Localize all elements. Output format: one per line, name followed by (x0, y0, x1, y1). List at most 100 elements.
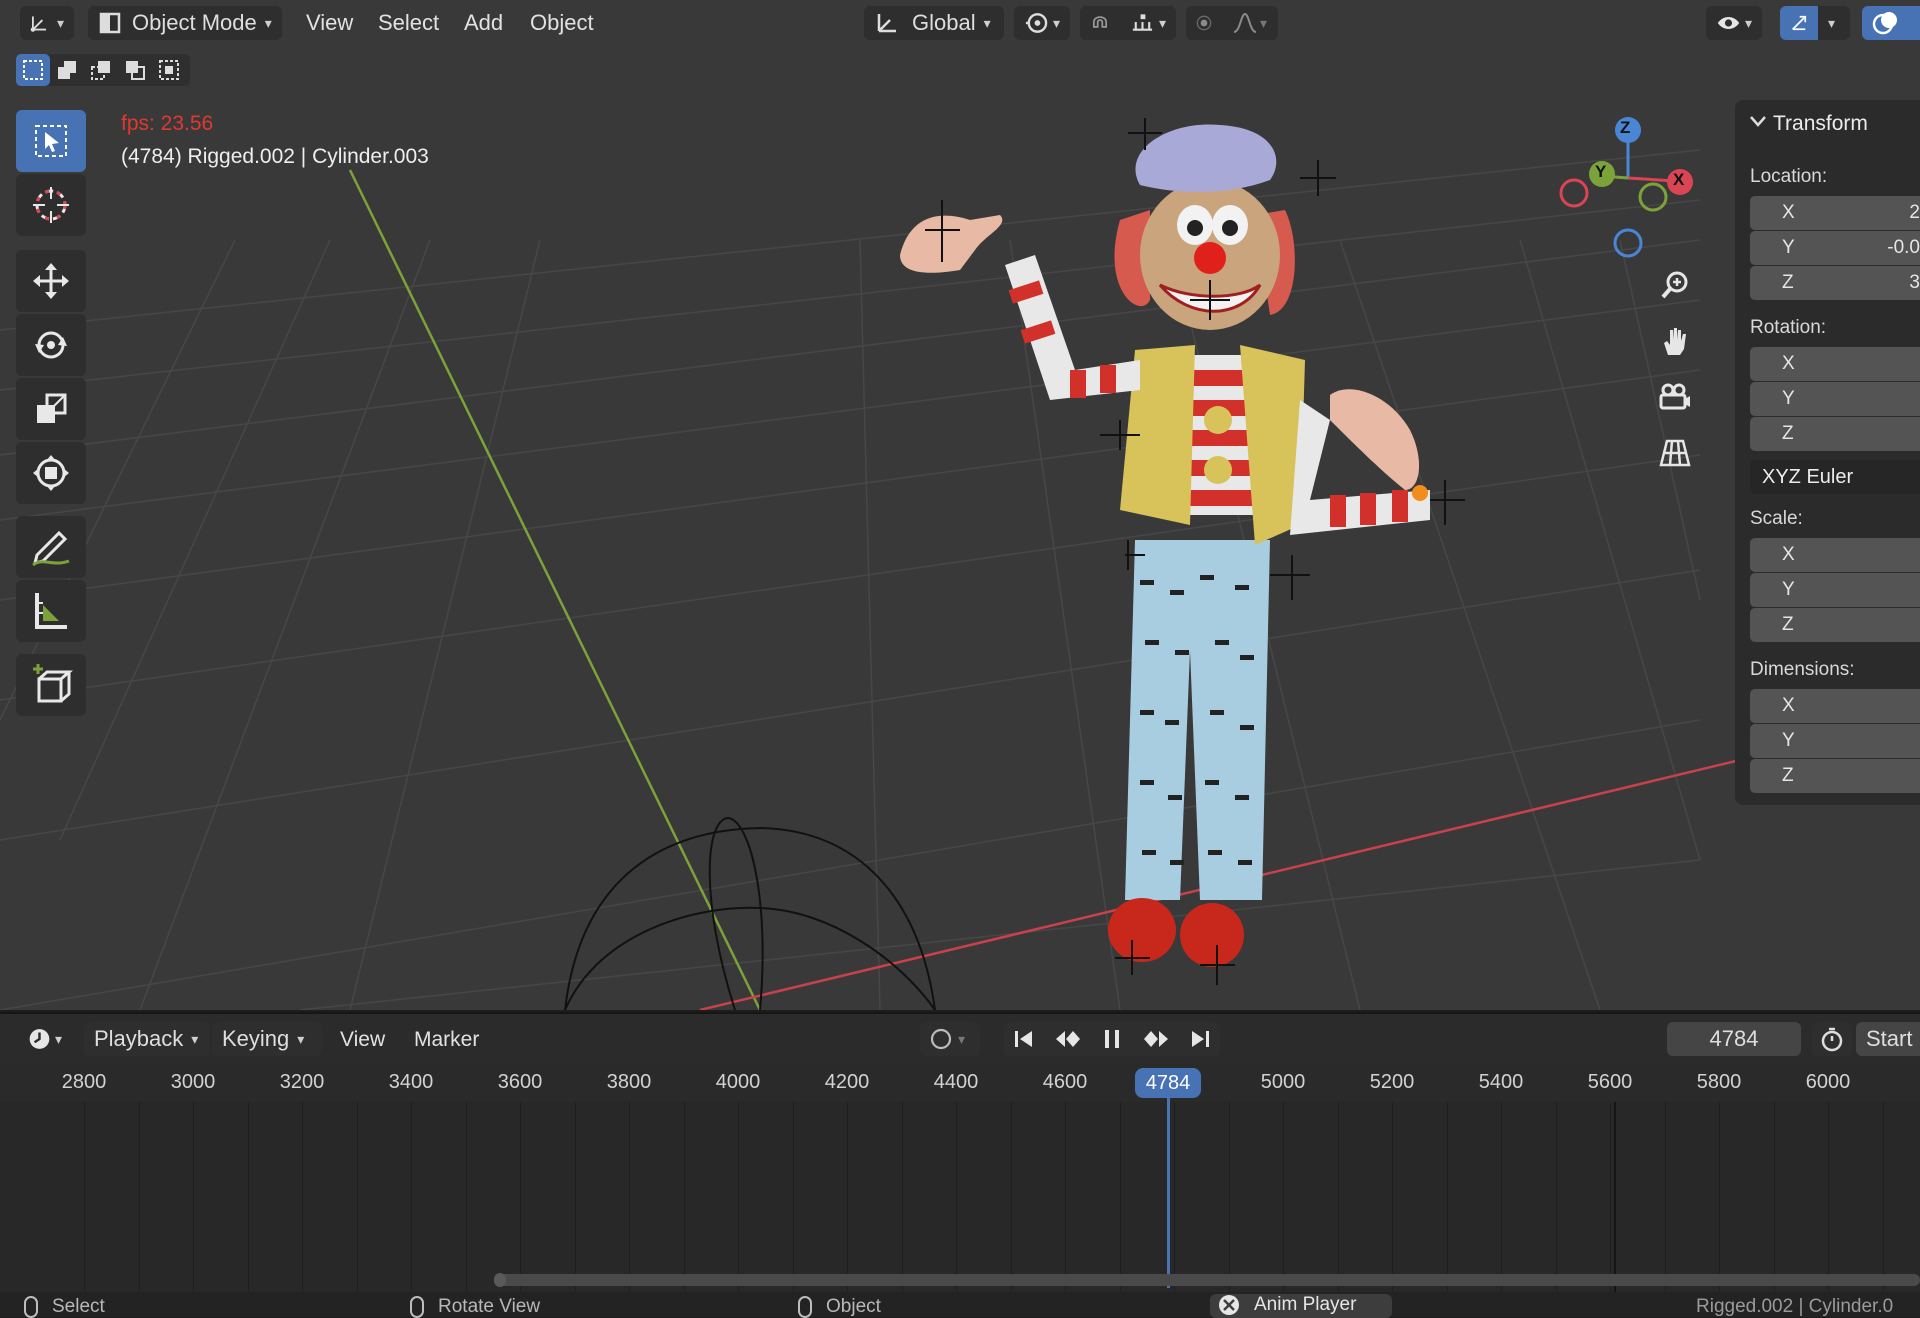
gizmo-x-label[interactable]: X (1673, 170, 1684, 190)
scale-z-field[interactable]: Z (1750, 608, 1920, 642)
location-x-field[interactable]: X2 (1750, 196, 1920, 230)
mode-dropdown[interactable]: Object Mode ▾ (88, 6, 282, 40)
snap-increment-icon (1132, 14, 1153, 31)
rotation-y-field[interactable]: Y (1750, 382, 1920, 416)
tool-move[interactable] (16, 250, 86, 312)
timeline-grid-line (1446, 1102, 1448, 1292)
timeline-grid-line (1228, 1102, 1230, 1292)
menu-view[interactable]: View (300, 8, 359, 38)
pivot-point-dropdown[interactable]: ▾ (1014, 6, 1070, 40)
orientation-dropdown[interactable]: Global ▾ (864, 6, 1004, 40)
rotation-mode-dropdown[interactable]: XYZ Euler (1750, 460, 1920, 494)
rotation-z-field[interactable]: Z (1750, 417, 1920, 451)
tool-annotate[interactable] (16, 516, 86, 578)
menu-add[interactable]: Add (458, 8, 509, 38)
select-subtract-icon (91, 61, 110, 80)
playhead-line[interactable] (1167, 1098, 1170, 1288)
playback-label: Playback (94, 1026, 184, 1051)
gizmo-dropdown[interactable]: ▾ (1818, 6, 1850, 40)
3d-viewport[interactable]: Z X Y fps: 23.56 (4784) Rigged.002 | Cyl… (0, 0, 1920, 1010)
tool-transform[interactable] (16, 442, 86, 504)
close-icon[interactable] (1218, 1294, 1240, 1316)
transform-icon (33, 455, 69, 491)
falloff-dropdown[interactable]: ▾ (1222, 6, 1278, 40)
scale-x-field[interactable]: X (1750, 538, 1920, 572)
dimensions-x-field[interactable]: X (1750, 689, 1920, 723)
timeline-menu-view[interactable]: View (340, 1025, 385, 1055)
zoom-view-button[interactable] (1646, 260, 1704, 310)
jump-end-icon[interactable] (1188, 1027, 1212, 1051)
gizmo-y-label[interactable]: Y (1595, 162, 1606, 182)
select-invert-icon (126, 61, 145, 80)
scene-stats: Rigged.002 | Cylinder.0 (1696, 1296, 1894, 1317)
timeline-grid-line (1719, 1102, 1720, 1292)
timeline-grid-line (84, 1102, 85, 1292)
jump-start-icon[interactable] (1012, 1027, 1036, 1051)
anim-player-job[interactable]: Anim Player (1210, 1294, 1392, 1318)
select-mode-subtract[interactable] (84, 54, 118, 86)
next-keyframe-icon[interactable] (1141, 1027, 1171, 1051)
playback-menu[interactable]: Playback ▾ (84, 1022, 210, 1056)
timeline-grid-line (1501, 1102, 1502, 1292)
proportional-edit-toggle[interactable] (1186, 6, 1222, 40)
pan-view-button[interactable] (1646, 316, 1704, 366)
prev-keyframe-icon[interactable] (1053, 1027, 1083, 1051)
camera-icon (1659, 383, 1690, 410)
menu-object[interactable]: Object (524, 8, 600, 38)
timeline-grid-line (1664, 1102, 1666, 1292)
timeline-tick-label: 6000 (1805, 1071, 1851, 1093)
tool-scale[interactable] (16, 378, 86, 440)
snap-toggle[interactable] (1080, 6, 1120, 40)
gizmo-z-label[interactable]: Z (1620, 118, 1630, 138)
timeline-keyframe-area[interactable] (0, 1102, 1920, 1292)
scrollbar-handle[interactable] (494, 1273, 506, 1287)
scale-label: Scale: (1750, 508, 1803, 529)
menu-select[interactable]: Select (372, 8, 445, 38)
transform-panel-title[interactable]: Transform (1773, 112, 1868, 136)
tool-cursor[interactable] (16, 174, 86, 236)
object-mode-icon (99, 12, 121, 34)
tool-add-cube[interactable] (16, 654, 86, 716)
start-frame-field[interactable]: Start (1856, 1022, 1920, 1056)
ortho-grid-icon (1659, 439, 1691, 467)
measure-icon (35, 593, 67, 629)
rotation-x-field[interactable]: X (1750, 347, 1920, 381)
scale-y-field[interactable]: Y (1750, 573, 1920, 607)
tool-rotate[interactable] (16, 314, 86, 376)
dimensions-y-field[interactable]: Y (1750, 724, 1920, 758)
tool-select-box[interactable] (16, 110, 86, 172)
current-frame-field[interactable]: 4784 (1667, 1022, 1801, 1056)
select-extend-icon (58, 61, 76, 79)
dimensions-label: Dimensions: (1750, 659, 1855, 680)
timeline-tick-label: 4200 (824, 1071, 870, 1093)
overlay-toggle[interactable] (1862, 6, 1920, 40)
cursor-icon (33, 187, 69, 223)
keying-menu[interactable]: Keying ▾ (212, 1022, 322, 1056)
timeline-menu-marker[interactable]: Marker (414, 1025, 479, 1055)
3d-viewport-icon (30, 16, 47, 32)
tool-measure[interactable] (16, 580, 86, 642)
timeline-ruler[interactable]: 2800 3000 3200 3400 3600 3800 4000 4200 4400 4600… (0, 1064, 1920, 1102)
preview-range-toggle[interactable] (1812, 1022, 1852, 1056)
auto-keying-toggle[interactable]: ▾ (920, 1022, 980, 1056)
visibility-dropdown[interactable]: ▾ (1706, 6, 1762, 40)
chevron-down-icon[interactable] (1749, 114, 1767, 128)
gizmo-toggle[interactable] (1780, 6, 1818, 40)
editor-type-button[interactable]: ▾ (20, 6, 74, 40)
select-mode-intersect[interactable] (152, 54, 186, 86)
location-z-field[interactable]: Z3 (1750, 266, 1920, 300)
dimensions-z-field[interactable]: Z (1750, 759, 1920, 793)
playhead-frame-badge[interactable]: 4784 (1135, 1068, 1201, 1098)
location-y-field[interactable]: Y -0.0 (1750, 231, 1920, 265)
snap-target-dropdown[interactable]: ▾ (1120, 6, 1176, 40)
select-intersect-icon (159, 60, 179, 80)
select-mode-new[interactable] (16, 54, 50, 86)
camera-view-button[interactable] (1646, 372, 1704, 422)
timeline-horizontal-scrollbar[interactable] (498, 1274, 1920, 1286)
pause-icon[interactable] (1100, 1027, 1124, 1051)
select-mode-invert[interactable] (118, 54, 152, 86)
transform-panel: Transform Location: X2 Y -0.0 Z3 Rotation… (1735, 100, 1920, 805)
timeline-editor-type-button[interactable]: ▾ (18, 1022, 72, 1056)
ortho-toggle-button[interactable] (1646, 428, 1704, 478)
select-mode-extend[interactable] (50, 54, 84, 86)
